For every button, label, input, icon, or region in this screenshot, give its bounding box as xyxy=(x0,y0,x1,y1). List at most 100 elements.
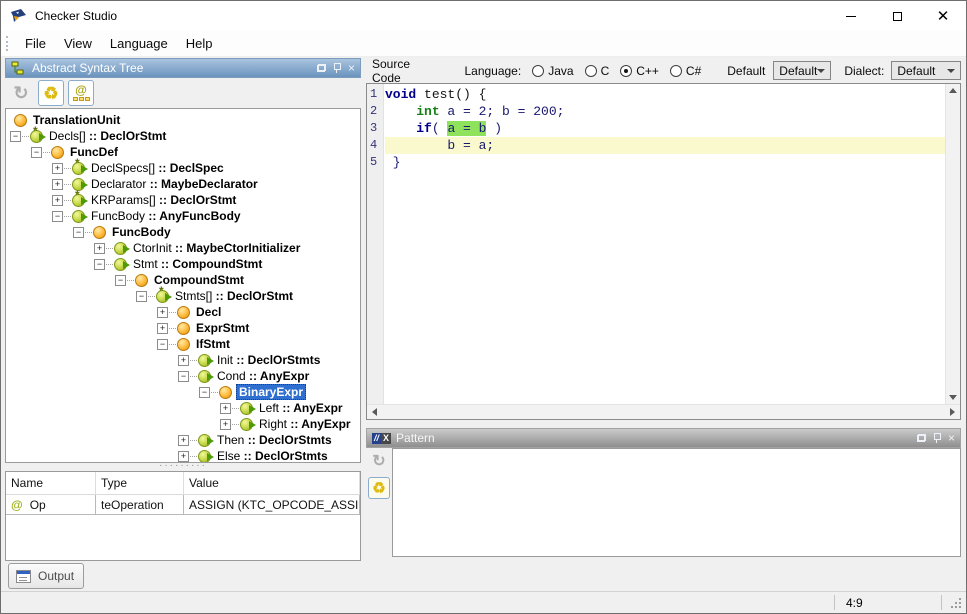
menubar-grip-handle[interactable] xyxy=(6,36,8,51)
tree-node-label[interactable]: Stmts[] :: DeclOrStmt xyxy=(173,289,295,303)
tree-node-funcdef[interactable]: −FuncDef xyxy=(6,144,360,160)
scroll-up-icon[interactable] xyxy=(949,88,957,93)
tree-node-translationunit[interactable]: TranslationUnit xyxy=(6,112,360,128)
minimize-button[interactable] xyxy=(828,1,874,31)
tree-node-label[interactable]: DeclSpecs[] :: DeclSpec xyxy=(89,161,226,175)
menu-item-file[interactable]: File xyxy=(16,32,55,55)
code-editor[interactable]: 12345 void test() { int a = 2; b = 200; … xyxy=(366,83,961,420)
tree-node-left[interactable]: + Left :: AnyExpr xyxy=(6,400,360,416)
language-radio-c[interactable]: C xyxy=(585,64,610,78)
tree-node-krparams[interactable]: + KRParams[] :: DeclOrStmt xyxy=(6,192,360,208)
editor-vertical-scrollbar[interactable] xyxy=(945,84,960,404)
collapse-icon[interactable]: − xyxy=(94,259,105,270)
dialect-dropdown[interactable]: Default xyxy=(891,61,961,80)
tree-node-label[interactable]: Declarator :: MaybeDeclarator xyxy=(89,177,260,191)
language-radio-c++[interactable]: C++ xyxy=(620,64,659,78)
default-dropdown[interactable]: Default xyxy=(773,61,831,80)
tree-node-label[interactable]: FuncBody xyxy=(110,225,173,239)
tree-node-funcbody[interactable]: − FuncBody xyxy=(6,224,360,240)
tree-node-label[interactable]: KRParams[] :: DeclOrStmt xyxy=(89,193,238,207)
tree-node-decl[interactable]: +Decl xyxy=(6,304,360,320)
maximize-button[interactable] xyxy=(874,1,920,31)
collapse-icon[interactable]: − xyxy=(136,291,147,302)
tree-node-label[interactable]: Then :: DeclOrStmts xyxy=(215,433,334,447)
scroll-left-icon[interactable] xyxy=(372,408,377,416)
column-header-value[interactable]: Value xyxy=(184,472,360,495)
tree-node-right[interactable]: + Right :: AnyExpr xyxy=(6,416,360,432)
expand-icon[interactable]: + xyxy=(157,323,168,334)
tree-node-label[interactable]: Left :: AnyExpr xyxy=(257,401,345,415)
tree-node-decls[interactable]: − Decls[] :: DeclOrStmt xyxy=(6,128,360,144)
expand-icon[interactable]: + xyxy=(178,435,189,446)
recheck-button[interactable]: ♻ xyxy=(38,80,64,106)
tree-node-label[interactable]: Stmt :: CompoundStmt xyxy=(131,257,264,271)
collapse-icon[interactable]: − xyxy=(157,339,168,350)
tree-node-label[interactable]: BinaryExpr xyxy=(236,384,306,400)
menu-item-view[interactable]: View xyxy=(55,32,101,55)
column-header-name[interactable]: Name xyxy=(6,472,96,495)
tree-node-stmts[interactable]: − Stmts[] :: DeclOrStmt xyxy=(6,288,360,304)
tree-node-label[interactable]: Decls[] :: DeclOrStmt xyxy=(47,129,168,143)
scroll-right-icon[interactable] xyxy=(950,408,955,416)
tree-node-init[interactable]: + Init :: DeclOrStmts xyxy=(6,352,360,368)
pattern-float-icon[interactable] xyxy=(917,434,926,442)
ast-tree-view[interactable]: TranslationUnit−Decls[] :: DeclOrStmt−Fu… xyxy=(5,108,361,463)
tree-node-stmt[interactable]: − Stmt :: CompoundStmt xyxy=(6,256,360,272)
tree-node-ctorinit[interactable]: + CtorInit :: MaybeCtorInitializer xyxy=(6,240,360,256)
expand-icon[interactable]: + xyxy=(52,179,63,190)
pattern-close-icon[interactable]: × xyxy=(948,432,955,444)
tree-node-label[interactable]: CtorInit :: MaybeCtorInitializer xyxy=(131,241,302,255)
expand-icon[interactable]: + xyxy=(220,419,231,430)
pattern-pin-icon[interactable] xyxy=(933,433,941,443)
expand-icon[interactable]: + xyxy=(52,163,63,174)
expand-icon[interactable]: + xyxy=(157,307,168,318)
tree-node-label[interactable]: Init :: DeclOrStmts xyxy=(215,353,322,367)
menu-item-language[interactable]: Language xyxy=(101,32,177,55)
collapse-icon[interactable]: − xyxy=(115,275,126,286)
language-radio-java[interactable]: Java xyxy=(532,64,573,78)
tree-node-cond[interactable]: − Cond :: AnyExpr xyxy=(6,368,360,384)
tree-node-label[interactable]: ExprStmt xyxy=(194,321,251,335)
expand-icon[interactable]: + xyxy=(178,355,189,366)
tree-node-exprstmt[interactable]: + ExprStmt xyxy=(6,320,360,336)
tree-node-label[interactable]: CompoundStmt xyxy=(152,273,246,287)
collapse-icon[interactable]: − xyxy=(10,131,21,142)
tree-node-binaryexpr[interactable]: − BinaryExpr xyxy=(6,384,360,400)
tree-node-compoundstmt[interactable]: − CompoundStmt xyxy=(6,272,360,288)
tree-node-declspecs[interactable]: + DeclSpecs[] :: DeclSpec xyxy=(6,160,360,176)
scroll-down-icon[interactable] xyxy=(949,395,957,400)
tree-properties-splitter[interactable] xyxy=(5,463,361,471)
pattern-editor[interactable] xyxy=(392,448,961,557)
expand-icon[interactable]: + xyxy=(52,195,63,206)
collapse-icon[interactable]: − xyxy=(31,147,42,158)
language-radio-c#[interactable]: C# xyxy=(670,64,701,78)
tree-node-label[interactable]: Cond :: AnyExpr xyxy=(215,369,311,383)
tree-node-label[interactable]: Else :: DeclOrStmts xyxy=(215,449,330,463)
tree-node-then[interactable]: + Then :: DeclOrStmts xyxy=(6,432,360,448)
menu-item-help[interactable]: Help xyxy=(177,32,222,55)
tree-node-ifstmt[interactable]: − IfStmt xyxy=(6,336,360,352)
expand-icon[interactable]: + xyxy=(220,403,231,414)
refresh-button[interactable]: ↻ xyxy=(8,80,34,106)
ast-float-icon[interactable] xyxy=(317,64,326,72)
tree-node-label[interactable]: TranslationUnit xyxy=(31,113,122,127)
editor-horizontal-scrollbar[interactable] xyxy=(367,404,960,419)
ast-close-icon[interactable]: × xyxy=(348,62,355,74)
attribute-row[interactable]: @OpteOperationASSIGN (KTC_OPCODE_ASSIGN) xyxy=(6,495,360,515)
output-tab-button[interactable]: Output xyxy=(8,563,84,589)
tree-node-label[interactable]: FuncBody :: AnyFuncBody xyxy=(89,209,243,223)
collapse-icon[interactable]: − xyxy=(52,211,63,222)
attributes-button[interactable]: @ xyxy=(68,80,94,106)
tree-node-label[interactable]: IfStmt xyxy=(194,337,232,351)
collapse-icon[interactable]: − xyxy=(199,387,210,398)
collapse-icon[interactable]: − xyxy=(178,371,189,382)
tree-node-label[interactable]: Right :: AnyExpr xyxy=(257,417,353,431)
resize-grip[interactable] xyxy=(951,598,963,610)
tree-node-declarator[interactable]: + Declarator :: MaybeDeclarator xyxy=(6,176,360,192)
ast-pin-icon[interactable] xyxy=(333,63,341,73)
pattern-recheck-button[interactable]: ♻ xyxy=(368,477,390,499)
expand-icon[interactable]: + xyxy=(94,243,105,254)
collapse-icon[interactable]: − xyxy=(73,227,84,238)
column-header-type[interactable]: Type xyxy=(96,472,184,495)
close-button[interactable]: ✕ xyxy=(920,1,966,31)
